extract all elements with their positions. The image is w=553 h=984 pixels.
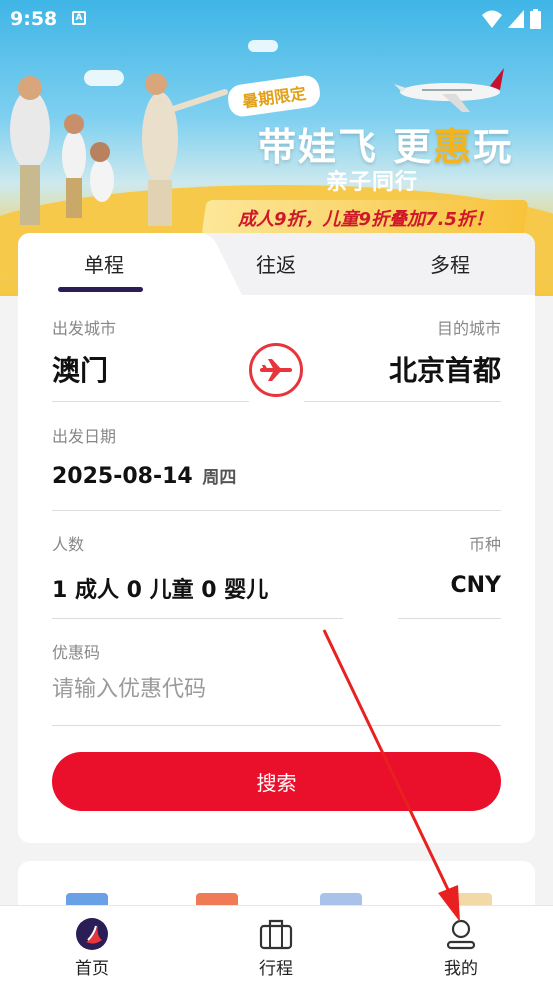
- destination-city[interactable]: 北京首都: [389, 349, 501, 389]
- profile-icon: [446, 919, 476, 950]
- wifi-icon: [482, 10, 502, 28]
- promo-tag: 暑期限定: [226, 73, 322, 119]
- promo-title: 带娃飞 更惠玩: [258, 125, 514, 169]
- passenger-divider: [52, 618, 343, 619]
- promo-offer-strip: 成人9折，儿童9折叠加7.5折！: [201, 200, 529, 236]
- origin-label: 出发城市: [52, 319, 117, 338]
- airline-logo-icon: [76, 918, 108, 950]
- currency-label: 币种: [468, 535, 501, 554]
- notification-icon: A: [72, 11, 86, 25]
- destination-label: 目的城市: [436, 319, 501, 338]
- date-label: 出发日期: [52, 427, 117, 446]
- signal-icon: [508, 10, 524, 28]
- passenger-selector[interactable]: 1 成人 0 儿童 0 婴儿: [52, 572, 268, 604]
- tab-multi-city[interactable]: 多程: [390, 249, 510, 278]
- active-tab-indicator: [58, 287, 143, 292]
- status-icons: [482, 9, 541, 29]
- family-illustration: [10, 73, 228, 226]
- bottom-nav: 首页 行程 我的: [0, 905, 553, 984]
- nav-profile[interactable]: 我的: [401, 906, 521, 984]
- nav-home[interactable]: 首页: [32, 906, 152, 984]
- nav-trips-label: 行程: [259, 959, 293, 979]
- date-field[interactable]: 2025-08-14 周四: [52, 463, 236, 489]
- cloud-decoration: [248, 40, 278, 52]
- battery-icon: [530, 9, 541, 29]
- booking-card: 单程 往返 多程 出发城市 澳门 目的城市 北京首都 出发日期 2025-08-…: [18, 233, 535, 843]
- nav-trips[interactable]: 行程: [216, 906, 336, 984]
- nav-profile-label: 我的: [444, 959, 478, 979]
- promo-divider: [52, 725, 501, 726]
- date-divider: [52, 510, 501, 511]
- promo-subtitle: 亲子同行: [326, 170, 419, 195]
- weekday: 周四: [202, 468, 237, 488]
- currency-divider: [398, 618, 501, 619]
- nav-home-label: 首页: [75, 959, 109, 979]
- status-time: 9:58: [10, 8, 58, 30]
- search-button[interactable]: 搜索: [52, 752, 501, 811]
- destination-divider: [304, 401, 501, 402]
- origin-city[interactable]: 澳门: [52, 349, 108, 389]
- swap-cities-button[interactable]: [249, 343, 303, 397]
- airplane-illustration: [394, 68, 504, 112]
- currency-selector[interactable]: CNY: [451, 573, 502, 598]
- passenger-label: 人数: [52, 535, 85, 554]
- promo-offer-text: 成人9折，儿童9折叠加7.5折！: [237, 209, 493, 230]
- promo-code-input[interactable]: [52, 677, 501, 702]
- date-value: 2025-08-14: [52, 464, 193, 489]
- status-bar: 9:58 A: [0, 0, 553, 40]
- tab-one-way[interactable]: 单程: [44, 249, 164, 278]
- tab-round-trip[interactable]: 往返: [216, 249, 336, 278]
- airplane-icon: [260, 359, 292, 381]
- origin-divider: [52, 401, 249, 402]
- briefcase-icon: [259, 919, 293, 950]
- promo-code-label: 优惠码: [52, 643, 101, 662]
